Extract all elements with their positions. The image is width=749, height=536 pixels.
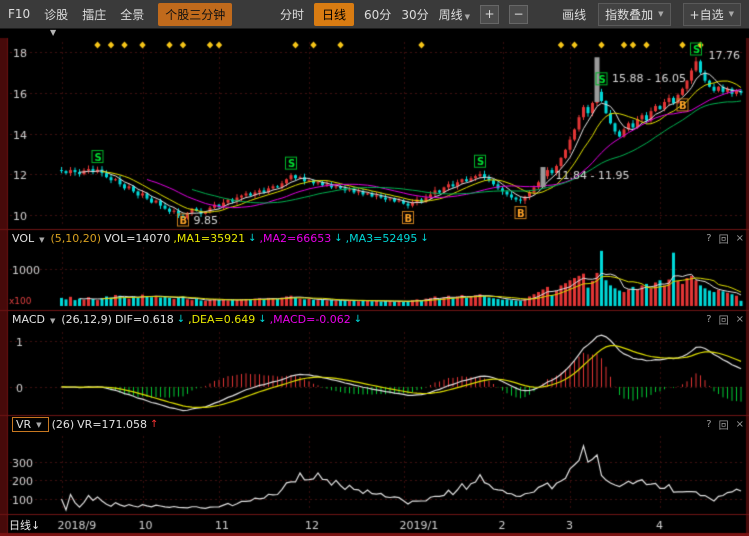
vol-label: VOL <box>12 232 34 245</box>
vol-ma1: ,MA1=35921 <box>173 232 245 245</box>
down-arrow-icon: ↓ <box>31 519 40 532</box>
vr-panel-controls: ? 回 × <box>706 417 744 431</box>
vr-params: (26) <box>52 418 75 431</box>
period-weekly-dropdown[interactable]: 周线▼ <box>439 6 470 23</box>
macd-label: MACD <box>12 313 45 326</box>
chevron-down-icon: ▼ <box>465 13 470 21</box>
close-icon[interactable]: × <box>736 233 744 244</box>
down-arrow-icon: ↓ <box>334 233 342 244</box>
menu-stock-3min[interactable]: 个股三分钟 <box>158 3 232 26</box>
expander-arrow[interactable]: ▼ <box>50 28 56 37</box>
restore-icon[interactable]: 回 <box>719 312 729 327</box>
period-weekly-label: 周线 <box>439 8 463 22</box>
vol-value: VOL=14070 <box>104 232 170 245</box>
add-watchlist-label: +自选 <box>690 6 724 23</box>
vr-panel-header: VR ▼ (26) VR=171.058 ↑ <box>12 417 161 432</box>
menu-diagnose-stock[interactable]: 诊股 <box>44 6 68 23</box>
draw-line-button[interactable]: 画线 <box>562 6 586 23</box>
vol-params: (5,10,20) <box>51 232 102 245</box>
vol-ma3: ,MA3=52495 <box>346 232 418 245</box>
close-icon[interactable]: × <box>736 314 744 325</box>
index-overlay-dropdown[interactable]: 指数叠加 ▼ <box>598 3 670 26</box>
vol-panel-controls: ? 回 × <box>706 231 744 245</box>
help-icon[interactable]: ? <box>706 419 711 430</box>
menu-f10[interactable]: F10 <box>8 7 30 21</box>
vr-indicator-dropdown[interactable]: VR ▼ <box>12 417 49 432</box>
down-arrow-icon: ↓ <box>177 314 185 325</box>
chevron-down-icon: ▼ <box>729 10 734 18</box>
macd-params: (26,12,9) <box>61 313 112 326</box>
menu-banker-hunt[interactable]: 擂庄 <box>82 6 106 23</box>
chevron-down-icon: ▼ <box>39 236 44 244</box>
add-watchlist-dropdown[interactable]: +自选 ▼ <box>683 3 741 26</box>
zoom-out-button[interactable]: − <box>509 5 528 24</box>
bottom-period-label: 日线 <box>9 519 31 532</box>
menu-panorama[interactable]: 全景 <box>120 6 144 23</box>
period-intraday-button[interactable]: 分时 <box>280 6 304 23</box>
period-button-group: 分时 日线 60分 30分 周线▼ + − <box>280 0 528 28</box>
vol-indicator-dropdown[interactable]: VOL ▼ <box>12 232 48 245</box>
bottom-period-indicator[interactable]: 日线↓ <box>9 517 40 533</box>
down-arrow-icon: ↓ <box>258 314 266 325</box>
vr-label: VR <box>16 418 31 431</box>
macd-value: ,MACD=-0.062 <box>270 313 351 326</box>
help-icon[interactable]: ? <box>706 314 711 325</box>
toolbar: F10 诊股 擂庄 全景 个股三分钟 分时 日线 60分 30分 周线▼ + −… <box>0 0 749 29</box>
macd-panel-controls: ? 回 × <box>706 312 744 326</box>
chevron-down-icon: ▼ <box>36 421 41 429</box>
toolbar-left-group: F10 诊股 擂庄 全景 个股三分钟 <box>8 0 232 28</box>
down-arrow-icon: ↓ <box>248 233 256 244</box>
help-icon[interactable]: ? <box>706 233 711 244</box>
zoom-in-button[interactable]: + <box>480 5 499 24</box>
macd-panel-header: MACD▼ (26,12,9) DIF=0.618↓ ,DEA=0.649↓ ,… <box>12 312 365 327</box>
down-arrow-icon: ↓ <box>354 314 362 325</box>
toolbar-right-group: 画线 指数叠加 ▼ +自选 ▼ <box>562 0 741 28</box>
up-arrow-icon: ↑ <box>150 419 158 430</box>
chevron-down-icon: ▼ <box>50 317 55 325</box>
macd-dif: DIF=0.618 <box>115 313 174 326</box>
vol-ma2: ,MA2=66653 <box>260 232 332 245</box>
index-overlay-label: 指数叠加 <box>605 6 653 23</box>
vr-value: VR=171.058 <box>77 418 147 431</box>
period-60min-button[interactable]: 60分 <box>364 6 391 23</box>
period-daily-button[interactable]: 日线 <box>314 3 354 26</box>
restore-icon[interactable]: 回 <box>719 417 729 432</box>
period-30min-button[interactable]: 30分 <box>401 6 428 23</box>
close-icon[interactable]: × <box>736 419 744 430</box>
chevron-down-icon: ▼ <box>658 10 663 18</box>
macd-indicator-dropdown[interactable]: MACD ▼ <box>12 313 58 326</box>
down-arrow-icon: ↓ <box>420 233 428 244</box>
restore-icon[interactable]: 回 <box>719 231 729 246</box>
vol-panel-header: VOL▼ (5,10,20) VOL=14070 ,MA1=35921↓ ,MA… <box>12 231 432 246</box>
stock-chart-window: { "toolbar": { "left": [ {"label": "F10"… <box>0 0 749 536</box>
chart-canvas[interactable] <box>0 0 749 536</box>
macd-dea: ,DEA=0.649 <box>188 313 255 326</box>
